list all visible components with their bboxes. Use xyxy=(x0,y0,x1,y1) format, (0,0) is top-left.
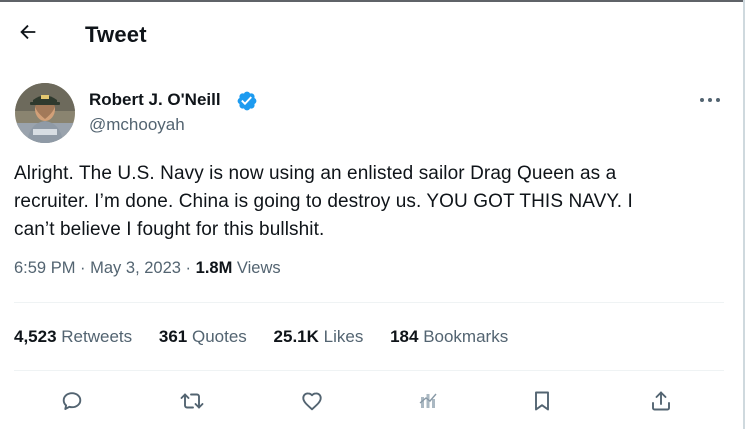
analytics-button[interactable] xyxy=(410,383,446,419)
stat-count: 25.1K xyxy=(273,327,319,346)
arrow-left-icon xyxy=(20,24,36,40)
stat-bookmarks[interactable]: 184 Bookmarks xyxy=(390,327,508,347)
reply-icon xyxy=(62,392,82,410)
avatar[interactable] xyxy=(15,83,75,143)
stat-label: Retweets xyxy=(61,327,133,346)
tweet-stats: 4,523 Retweets 361 Quotes 25.1K Likes 18… xyxy=(14,327,530,347)
retweet-button[interactable] xyxy=(174,383,210,419)
page-title: Tweet xyxy=(85,22,147,47)
retweet-icon xyxy=(180,393,204,409)
reply-button[interactable] xyxy=(54,383,90,419)
tweet-meta: 6:59 PM · May 3, 2023 · 1.8M Views xyxy=(14,259,281,278)
stat-label: Quotes xyxy=(192,327,247,346)
more-icon xyxy=(700,98,720,102)
share-icon xyxy=(652,391,670,411)
page-header: Tweet xyxy=(0,2,743,66)
like-button[interactable] xyxy=(294,383,330,419)
views-count: 1.8M xyxy=(195,259,233,277)
stat-label: Bookmarks xyxy=(423,327,509,346)
stat-count: 184 xyxy=(390,327,419,346)
more-options-button[interactable] xyxy=(695,86,725,114)
stat-label: Likes xyxy=(323,327,364,346)
share-button[interactable] xyxy=(643,383,679,419)
tweet-text: Alright. The U.S. Navy is now using an e… xyxy=(14,163,633,240)
divider xyxy=(14,370,724,371)
meta-separator: · xyxy=(185,259,192,277)
stat-count: 361 xyxy=(158,327,188,346)
author-name[interactable]: Robert J. O'Neill xyxy=(89,90,221,110)
stat-quotes[interactable]: 361 Quotes xyxy=(159,327,247,347)
divider xyxy=(14,302,724,303)
tweet-time[interactable]: 6:59 PM xyxy=(14,259,75,277)
stat-likes[interactable]: 25.1K Likes xyxy=(274,327,364,347)
author-handle[interactable]: @mchooyah xyxy=(89,115,185,135)
views-label: Views xyxy=(236,259,281,277)
bookmark-icon xyxy=(535,391,549,411)
tweet-date[interactable]: May 3, 2023 xyxy=(90,259,181,277)
stat-retweets[interactable]: 4,523 Retweets xyxy=(14,327,132,347)
stat-count: 4,523 xyxy=(14,327,57,346)
analytics-icon xyxy=(419,393,437,408)
verified-badge-icon xyxy=(236,90,258,112)
action-bar xyxy=(0,383,743,419)
like-icon xyxy=(302,392,322,411)
back-button[interactable] xyxy=(12,16,44,48)
meta-separator: · xyxy=(80,259,86,277)
bookmark-button[interactable] xyxy=(524,383,560,419)
